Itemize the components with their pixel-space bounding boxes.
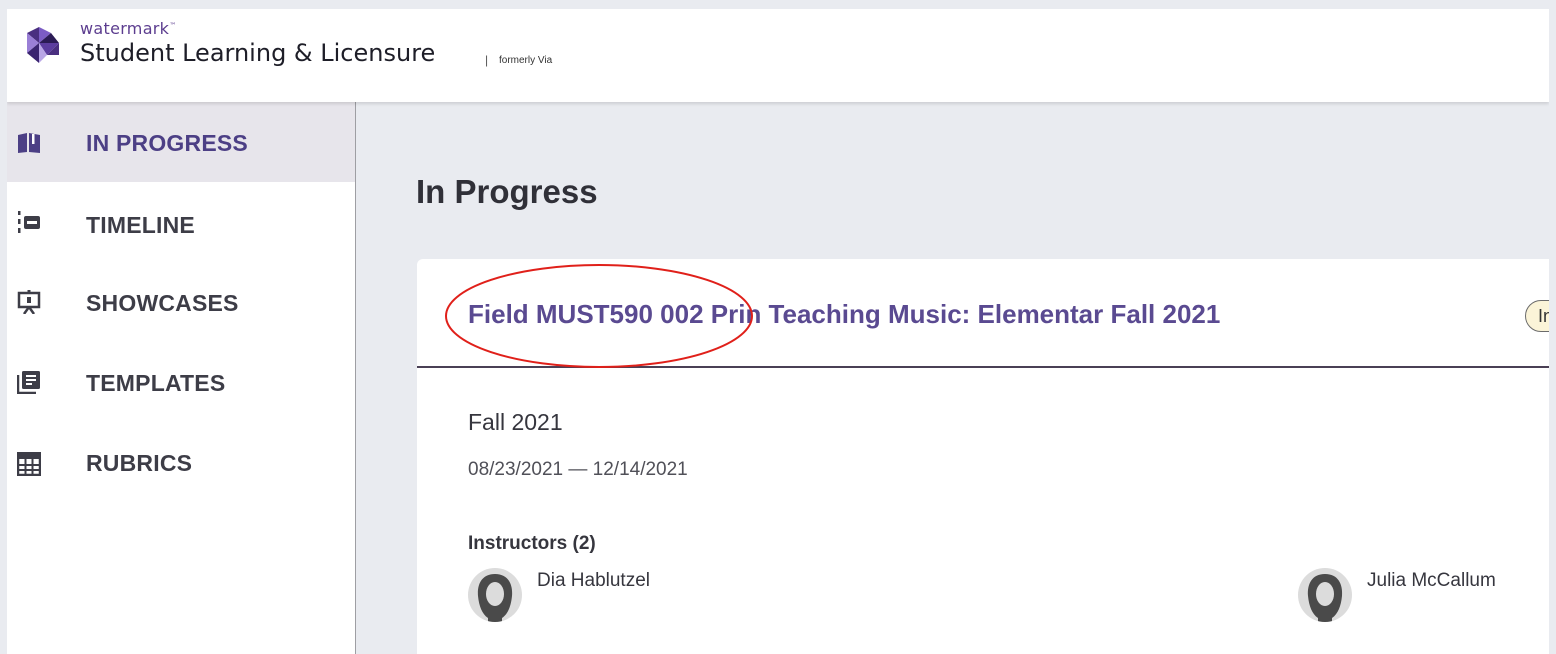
instructors-heading: Instructors (2) (468, 533, 596, 554)
open-book-icon (18, 133, 40, 153)
instructor-name: Julia McCallum (1367, 570, 1496, 591)
brand-separator: | (485, 53, 489, 67)
course-term: Fall 2021 (468, 409, 563, 435)
sidebar-item-in-progress[interactable]: IN PROGRESS (7, 102, 355, 182)
sidebar-item-label: TEMPLATES (86, 370, 226, 396)
presentation-board-icon (17, 290, 41, 314)
avatar-icon (1298, 568, 1352, 622)
grid-table-icon (17, 452, 41, 476)
avatar-icon (468, 568, 522, 622)
app-header: watermark™ Student Learning & Licensure … (7, 9, 1549, 102)
page-title: In Progress (416, 173, 598, 210)
instructor-name: Dia Hablutzel (537, 570, 650, 591)
sidebar-item-label: TIMELINE (86, 212, 195, 238)
app-window: watermark™ Student Learning & Licensure … (7, 9, 1549, 654)
sidebar-item-templates[interactable]: TEMPLATES (7, 342, 355, 422)
course-dates: 08/23/2021 — 12/14/2021 (468, 459, 688, 480)
status-badge: Internship (1525, 300, 1549, 332)
timeline-icon (18, 211, 40, 233)
document-stack-icon (17, 371, 40, 394)
watermark-logo-icon[interactable] (25, 25, 61, 65)
course-card: Field MUST590 002 Prin Teaching Music: E… (417, 259, 1549, 654)
sidebar-nav: IN PROGRESS TIMELINE SHOWCASES TEMPLATES… (7, 102, 356, 654)
card-divider (417, 366, 1549, 368)
sidebar-item-timeline[interactable]: TIMELINE (7, 182, 355, 262)
sidebar-item-label: RUBRICS (86, 450, 193, 476)
sidebar-item-rubrics[interactable]: RUBRICS (7, 422, 355, 502)
brand-product-name: Student Learning & Licensure (80, 39, 436, 67)
brand-formerly-via: formerly Via (499, 55, 553, 66)
sidebar-item-label: IN PROGRESS (86, 130, 248, 156)
brand-watermark: watermark™ (80, 19, 177, 38)
course-title-link[interactable]: Field MUST590 002 Prin Teaching Music: E… (468, 299, 1220, 330)
sidebar-item-showcases[interactable]: SHOWCASES (7, 262, 355, 342)
sidebar-item-label: SHOWCASES (86, 290, 239, 316)
